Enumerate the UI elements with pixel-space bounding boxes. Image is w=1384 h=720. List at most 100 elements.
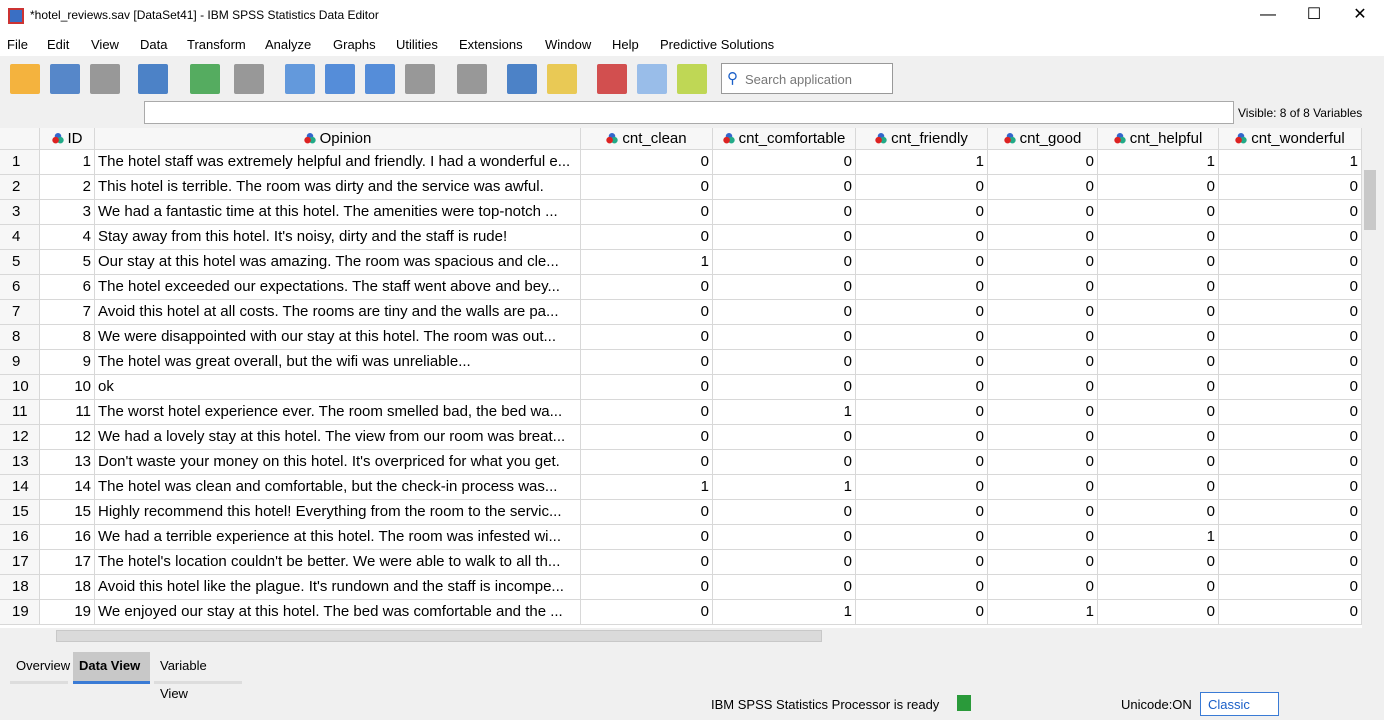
column-header-cnt_comfortable[interactable]: cnt_comfortable: [713, 128, 856, 150]
cell-opinion[interactable]: The hotel staff was extremely helpful an…: [95, 150, 581, 175]
column-header-opinion[interactable]: Opinion: [95, 128, 581, 150]
row-number[interactable]: 10: [0, 375, 40, 400]
cell-opinion[interactable]: Don't waste your money on this hotel. It…: [95, 450, 581, 475]
row-number[interactable]: 15: [0, 500, 40, 525]
cell-cnt_clean[interactable]: 0: [581, 225, 713, 250]
cell-cnt_good[interactable]: 0: [988, 475, 1098, 500]
cell-cnt_comfortable[interactable]: 0: [713, 275, 856, 300]
cell-cnt_comfortable[interactable]: 0: [713, 425, 856, 450]
cell-cnt_friendly[interactable]: 0: [856, 325, 988, 350]
cell-cnt_comfortable[interactable]: 0: [713, 375, 856, 400]
cell-cnt_comfortable[interactable]: 1: [713, 475, 856, 500]
row-number[interactable]: 1: [0, 150, 40, 175]
tab-data-view[interactable]: Data View: [73, 652, 150, 684]
cell-cnt_good[interactable]: 0: [988, 575, 1098, 600]
cell-cnt_friendly[interactable]: 0: [856, 350, 988, 375]
row-number[interactable]: 16: [0, 525, 40, 550]
cell-opinion[interactable]: The hotel exceeded our expectations. The…: [95, 275, 581, 300]
cell-cnt_friendly[interactable]: 0: [856, 175, 988, 200]
row-number[interactable]: 8: [0, 325, 40, 350]
menu-edit[interactable]: Edit: [47, 37, 69, 52]
cell-cnt_comfortable[interactable]: 0: [713, 525, 856, 550]
cell-id[interactable]: 2: [40, 175, 95, 200]
cell-cnt_helpful[interactable]: 0: [1098, 225, 1219, 250]
cell-cnt_friendly[interactable]: 0: [856, 575, 988, 600]
cell-cnt_wonderful[interactable]: 0: [1219, 300, 1362, 325]
cell-id[interactable]: 16: [40, 525, 95, 550]
cell-cnt_helpful[interactable]: 0: [1098, 275, 1219, 300]
cell-cnt_clean[interactable]: 1: [581, 475, 713, 500]
column-header-id[interactable]: ID: [40, 128, 95, 150]
cell-opinion[interactable]: ok: [95, 375, 581, 400]
cell-cnt_helpful[interactable]: 0: [1098, 175, 1219, 200]
cell-cnt_wonderful[interactable]: 0: [1219, 200, 1362, 225]
cell-cnt_friendly[interactable]: 0: [856, 600, 988, 625]
cell-cnt_good[interactable]: 0: [988, 500, 1098, 525]
cell-cnt_comfortable[interactable]: 1: [713, 400, 856, 425]
row-number[interactable]: 19: [0, 600, 40, 625]
cell-opinion[interactable]: We had a lovely stay at this hotel. The …: [95, 425, 581, 450]
cell-cnt_good[interactable]: 0: [988, 275, 1098, 300]
cell-cnt_wonderful[interactable]: 1: [1219, 150, 1362, 175]
vertical-scrollbar[interactable]: [1362, 150, 1378, 628]
row-number[interactable]: 4: [0, 225, 40, 250]
column-header-cnt_friendly[interactable]: cnt_friendly: [856, 128, 988, 150]
cell-cnt_good[interactable]: 1: [988, 600, 1098, 625]
cell-id[interactable]: 17: [40, 550, 95, 575]
row-number[interactable]: 18: [0, 575, 40, 600]
cell-opinion[interactable]: The hotel's location couldn't be better.…: [95, 550, 581, 575]
cell-cnt_wonderful[interactable]: 0: [1219, 500, 1362, 525]
cell-cnt_comfortable[interactable]: 0: [713, 250, 856, 275]
close-button[interactable]: ✕: [1337, 0, 1383, 32]
cell-cnt_good[interactable]: 0: [988, 200, 1098, 225]
cell-cnt_helpful[interactable]: 0: [1098, 250, 1219, 275]
menu-predictive-solutions[interactable]: Predictive Solutions: [660, 37, 774, 52]
cell-cnt_friendly[interactable]: 0: [856, 400, 988, 425]
menu-data[interactable]: Data: [140, 37, 167, 52]
cell-cnt_clean[interactable]: 0: [581, 300, 713, 325]
cell-cnt_friendly[interactable]: 0: [856, 525, 988, 550]
menu-view[interactable]: View: [91, 37, 119, 52]
menu-extensions[interactable]: Extensions: [459, 37, 523, 52]
go-to-case-icon[interactable]: [285, 64, 315, 94]
cell-cnt_friendly[interactable]: 0: [856, 500, 988, 525]
cell-cnt_good[interactable]: 0: [988, 225, 1098, 250]
menu-transform[interactable]: Transform: [187, 37, 246, 52]
cell-cnt_clean[interactable]: 0: [581, 400, 713, 425]
cell-cnt_wonderful[interactable]: 0: [1219, 550, 1362, 575]
column-header-cnt_helpful[interactable]: cnt_helpful: [1098, 128, 1219, 150]
cell-id[interactable]: 18: [40, 575, 95, 600]
row-number[interactable]: 9: [0, 350, 40, 375]
cell-cnt_friendly[interactable]: 0: [856, 250, 988, 275]
tab-overview[interactable]: Overview: [10, 652, 70, 684]
cell-cnt_wonderful[interactable]: 0: [1219, 175, 1362, 200]
cell-opinion[interactable]: We were disappointed with our stay at th…: [95, 325, 581, 350]
cell-cnt_clean[interactable]: 0: [581, 375, 713, 400]
cell-cnt_good[interactable]: 0: [988, 300, 1098, 325]
cell-cnt_good[interactable]: 0: [988, 525, 1098, 550]
cell-cnt_comfortable[interactable]: 0: [713, 575, 856, 600]
cell-cnt_clean[interactable]: 0: [581, 575, 713, 600]
go-to-variable-icon[interactable]: [325, 64, 355, 94]
column-header-cnt_good[interactable]: cnt_good: [988, 128, 1098, 150]
maximize-button[interactable]: ☐: [1291, 0, 1337, 32]
print-icon[interactable]: [90, 64, 120, 94]
cell-cnt_clean[interactable]: 0: [581, 200, 713, 225]
cell-cnt_friendly[interactable]: 0: [856, 375, 988, 400]
cell-cnt_wonderful[interactable]: 0: [1219, 225, 1362, 250]
cell-cnt_comfortable[interactable]: 0: [713, 350, 856, 375]
cell-cnt_wonderful[interactable]: 0: [1219, 325, 1362, 350]
cell-cnt_helpful[interactable]: 0: [1098, 375, 1219, 400]
save-icon[interactable]: [50, 64, 80, 94]
cell-cnt_clean[interactable]: 0: [581, 525, 713, 550]
cell-cnt_friendly[interactable]: 0: [856, 450, 988, 475]
horizontal-scrollbar[interactable]: [40, 628, 1362, 644]
cell-cnt_friendly[interactable]: 0: [856, 475, 988, 500]
minimize-button[interactable]: —: [1245, 0, 1291, 32]
cell-editor[interactable]: [144, 101, 1234, 124]
menu-help[interactable]: Help: [612, 37, 639, 52]
row-number[interactable]: 3: [0, 200, 40, 225]
cell-cnt_helpful[interactable]: 0: [1098, 350, 1219, 375]
variables-icon[interactable]: [365, 64, 395, 94]
cell-cnt_comfortable[interactable]: 0: [713, 300, 856, 325]
